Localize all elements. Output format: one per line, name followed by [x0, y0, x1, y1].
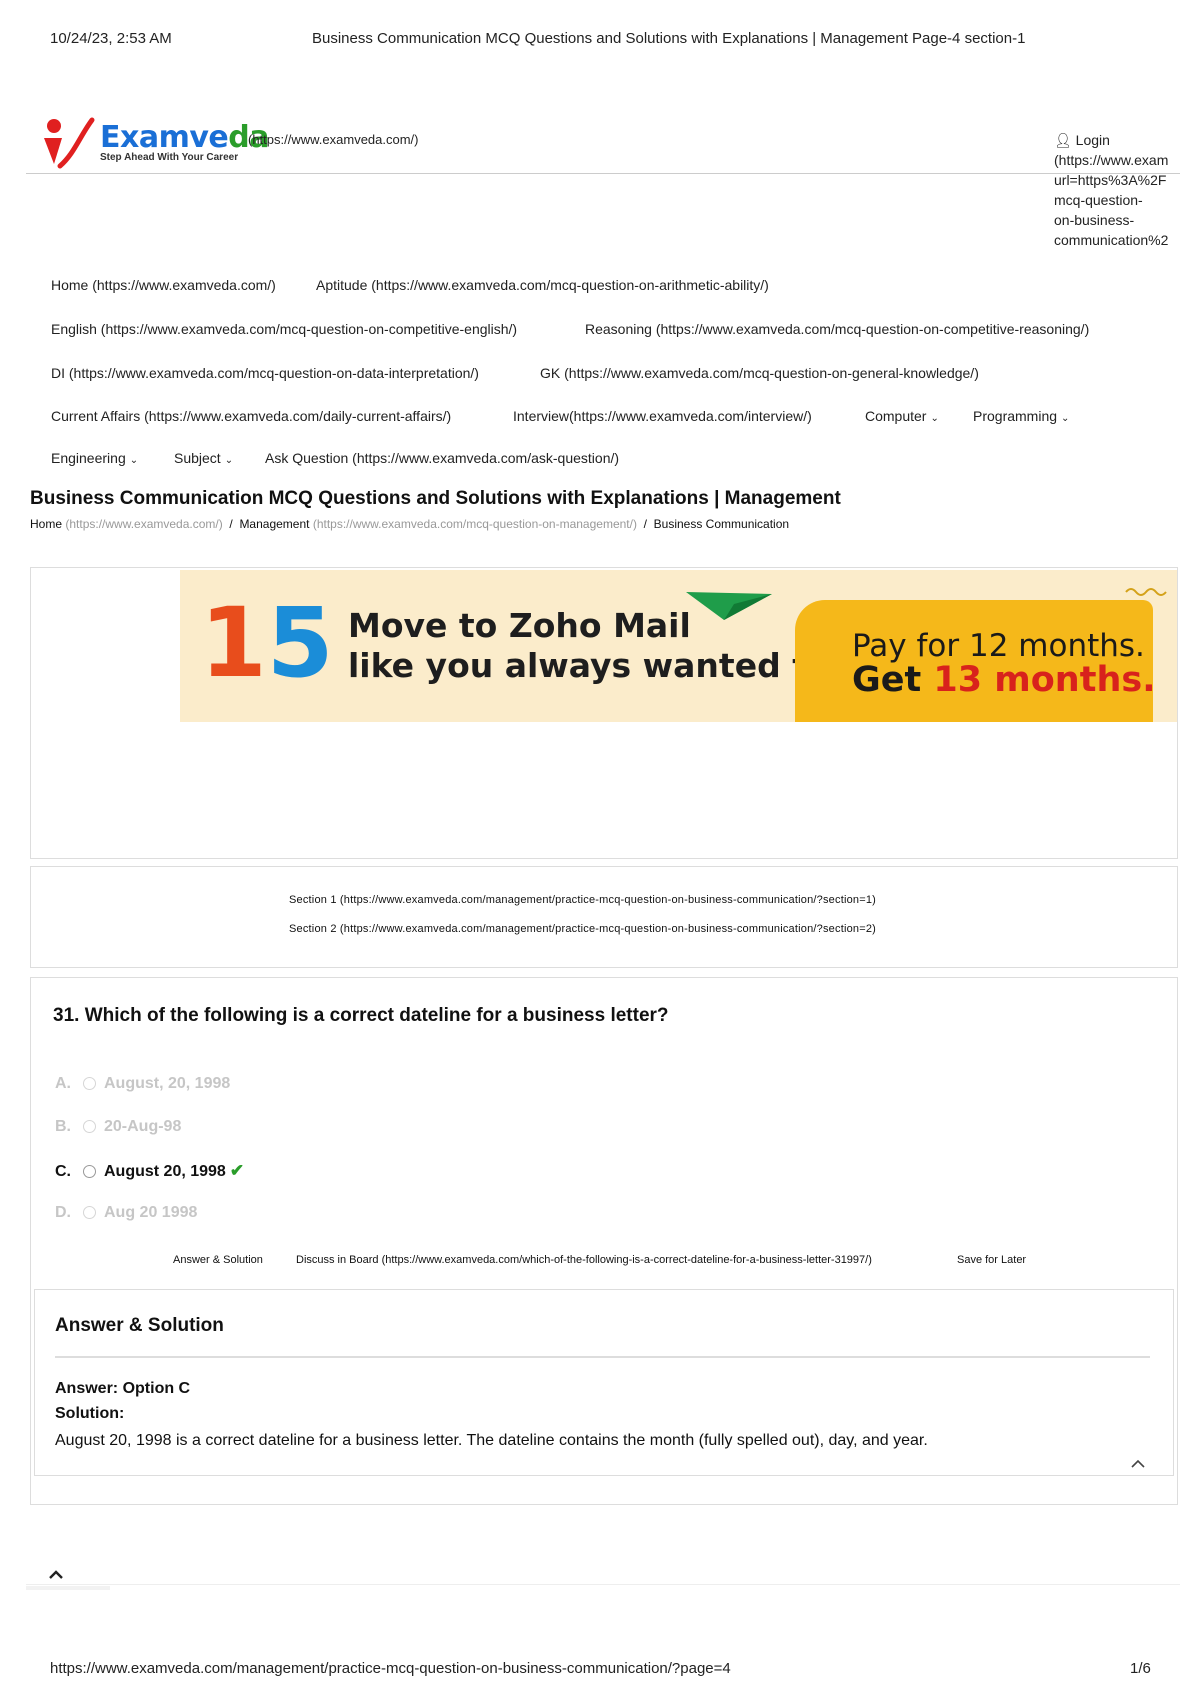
- breadcrumb-management[interactable]: Management: [239, 517, 309, 531]
- nav-interview[interactable]: Interview(https://www.examveda.com/inter…: [513, 408, 812, 424]
- option-letter: C.: [55, 1163, 71, 1180]
- breadcrumb-home-url[interactable]: (https://www.examveda.com/): [65, 517, 222, 531]
- login-url-line: on-business-: [1054, 212, 1135, 228]
- option-letter: D.: [55, 1204, 71, 1221]
- nav-reasoning[interactable]: Reasoning (https://www.examveda.com/mcq-…: [585, 321, 1089, 337]
- radio-button[interactable]: [83, 1165, 96, 1179]
- footer-accent: [26, 1586, 110, 1590]
- option-text: 20-Aug-98: [104, 1118, 182, 1135]
- nav-current-affairs[interactable]: Current Affairs (https://www.examveda.co…: [51, 408, 451, 424]
- breadcrumb-home[interactable]: Home: [30, 517, 62, 531]
- option-letter: A.: [55, 1075, 71, 1092]
- section-2-link[interactable]: Section 2 (https://www.examveda.com/mana…: [289, 923, 876, 935]
- save-for-later-button[interactable]: Save for Later: [957, 1254, 1026, 1266]
- nav-computer[interactable]: Computer ⌄: [865, 408, 939, 424]
- discuss-in-board-link[interactable]: Discuss in Board (https://www.examveda.c…: [296, 1254, 872, 1266]
- option-letter: B.: [55, 1118, 71, 1135]
- user-icon: 👤︎: [1054, 132, 1072, 148]
- nav-gk[interactable]: GK (https://www.examveda.com/mcq-questio…: [540, 365, 979, 381]
- footer-divider: [26, 1584, 1180, 1585]
- login-url-line: mcq-question-: [1054, 192, 1143, 208]
- ad-headline-1: Move to Zoho Mail: [348, 606, 691, 645]
- breadcrumb-separator: /: [643, 517, 647, 531]
- breadcrumb-management-url[interactable]: (https://www.examveda.com/mcq-question-o…: [313, 517, 637, 531]
- section-1-link[interactable]: Section 1 (https://www.examveda.com/mana…: [289, 894, 876, 906]
- breadcrumb: Home (https://www.examveda.com/) / Manag…: [30, 517, 789, 531]
- print-datetime: 10/24/23, 2:53 AM: [50, 30, 172, 47]
- solution-text: August 20, 1998 is a correct dateline fo…: [55, 1432, 928, 1449]
- option-b[interactable]: B. 20-Aug-98: [55, 1118, 181, 1136]
- question-text: 31. Which of the following is a correct …: [53, 1005, 669, 1026]
- login-link[interactable]: 👤︎ Login (https://www.exam url=https%3A%…: [1054, 130, 1200, 250]
- chevron-down-icon: ⌄: [129, 455, 139, 466]
- nav-english[interactable]: English (https://www.examveda.com/mcq-qu…: [51, 321, 517, 337]
- option-a[interactable]: A. August, 20, 1998: [55, 1075, 230, 1093]
- logo-wordmark: Examveda: [100, 120, 269, 155]
- answer-panel-divider: [55, 1356, 1150, 1358]
- chevron-down-icon: ⌄: [930, 413, 939, 424]
- option-d[interactable]: D. Aug 20 1998: [55, 1204, 197, 1222]
- logo-mark-icon: [44, 117, 95, 169]
- chevron-down-icon: ⌄: [224, 455, 234, 466]
- nav-ask-question[interactable]: Ask Question (https://www.examveda.com/a…: [265, 450, 619, 466]
- nav-programming[interactable]: Programming ⌄: [973, 408, 1069, 424]
- option-text: August, 20, 1998: [104, 1075, 231, 1092]
- breadcrumb-current: Business Communication: [653, 517, 790, 531]
- nav-programming-label: Programming: [973, 408, 1058, 424]
- chevron-up-icon[interactable]: [1131, 1459, 1145, 1468]
- print-doc-title: Business Communication MCQ Questions and…: [312, 30, 1026, 47]
- radio-button[interactable]: [83, 1120, 96, 1134]
- nav-aptitude[interactable]: Aptitude (https://www.examveda.com/mcq-q…: [316, 277, 769, 293]
- login-label: Login: [1075, 132, 1110, 148]
- nav-subject-label: Subject: [174, 450, 221, 466]
- squiggle-decoration-icon: [1125, 588, 1167, 596]
- logo-tagline: Step Ahead With Your Career: [100, 152, 239, 163]
- nav-computer-label: Computer: [865, 408, 927, 424]
- radio-button[interactable]: [83, 1077, 96, 1091]
- answer-solution-button[interactable]: Answer & Solution: [173, 1254, 263, 1266]
- chevron-down-icon: ⌄: [1061, 413, 1070, 424]
- login-url-line: communication%2: [1054, 232, 1169, 248]
- option-text: August 20, 1998: [104, 1163, 226, 1180]
- nav-di[interactable]: DI (https://www.examveda.com/mcq-questio…: [51, 365, 479, 381]
- answer-label: Answer: Option C: [55, 1380, 191, 1397]
- paper-plane-icon: [686, 592, 772, 620]
- ad-headline-2: like you always wanted to: [348, 646, 831, 685]
- solution-label: Solution:: [55, 1405, 125, 1422]
- option-c[interactable]: C. August 20, 1998 ✔: [55, 1161, 244, 1181]
- print-footer-url: https://www.examveda.com/management/prac…: [50, 1660, 731, 1677]
- login-url-line: (https://www.exam: [1054, 152, 1169, 168]
- nav-home[interactable]: Home (https://www.examveda.com/): [51, 277, 276, 293]
- ad-offer-line-1: Pay for 12 months.: [852, 628, 1145, 664]
- answer-panel-heading: Answer & Solution: [55, 1315, 224, 1336]
- ad-offer-line-2: Get 13 months.: [852, 660, 1156, 700]
- checkmark-icon: ✔: [229, 1161, 245, 1180]
- page-title: Business Communication MCQ Questions and…: [30, 488, 841, 509]
- logo-link-url[interactable]: (https://www.examveda.com/): [248, 132, 419, 147]
- nav-subject[interactable]: Subject ⌄: [174, 450, 233, 466]
- breadcrumb-separator: /: [229, 517, 233, 531]
- scroll-to-top-icon[interactable]: [48, 1569, 64, 1580]
- nav-engineering[interactable]: Engineering ⌄: [51, 450, 138, 466]
- header-divider: [26, 173, 1180, 174]
- option-text: Aug 20 1998: [104, 1204, 198, 1221]
- sections-card: [30, 866, 1178, 968]
- radio-button[interactable]: [83, 1206, 96, 1220]
- nav-engineering-label: Engineering: [51, 450, 126, 466]
- ad-number: 15: [200, 587, 334, 699]
- print-footer-page: 1/6: [1130, 1660, 1151, 1677]
